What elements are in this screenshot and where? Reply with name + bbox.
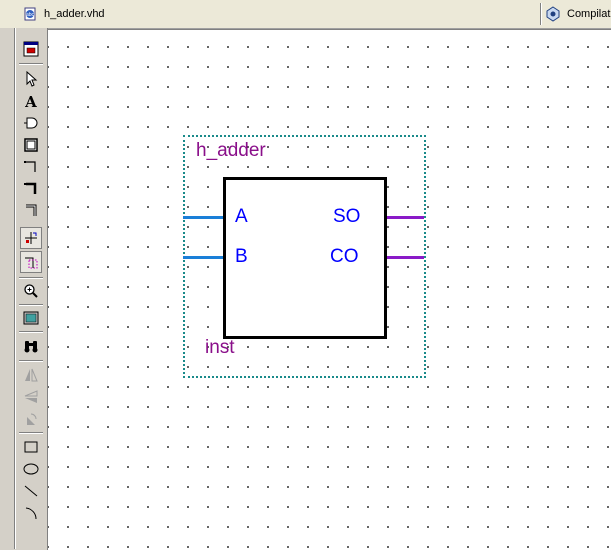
text-tool-icon: A: [24, 93, 37, 109]
document-tab-bar: abc h_adder.vhd Compilati: [0, 0, 611, 29]
input-wire-a[interactable]: [183, 216, 223, 219]
symbol-name: h_adder: [196, 140, 266, 161]
zoom-tool-icon: [24, 284, 38, 298]
schematic-canvas[interactable]: h_adder A B SO CO inst: [47, 29, 611, 550]
rectangle-tool-icon: [24, 441, 38, 453]
output-wire-so[interactable]: [384, 216, 424, 219]
svg-text:abc: abc: [26, 12, 35, 18]
partial-line-selection-button[interactable]: [20, 251, 42, 273]
vhdl-file-icon: abc: [24, 7, 36, 21]
left-dock-panel: [0, 28, 15, 549]
flip-horizontal-button[interactable]: [20, 364, 42, 386]
rubberbanding-button[interactable]: [20, 227, 42, 249]
pin-label-b: B: [235, 246, 248, 267]
pin-label-so: SO: [333, 206, 361, 227]
rotate-left-button[interactable]: [20, 408, 42, 430]
block-tool-button[interactable]: [20, 134, 42, 156]
rubberbanding-icon: [25, 232, 37, 244]
orthogonal-node-tool-icon: [24, 161, 36, 172]
tab-label: h_adder.vhd: [44, 8, 105, 20]
orthogonal-bus-tool-button[interactable]: [20, 178, 42, 200]
find-icon: [24, 341, 38, 353]
arc-tool-button[interactable]: [20, 502, 42, 524]
zoom-tool-button[interactable]: [20, 280, 42, 302]
orthogonal-conduit-tool-button[interactable]: [20, 200, 42, 222]
tab-label: Compilati: [567, 8, 611, 20]
pin-label-a: A: [235, 206, 248, 227]
symbol-editor-button[interactable]: [20, 38, 42, 60]
svg-text:A: A: [24, 93, 37, 109]
tab-h-adder-vhd[interactable]: abc h_adder.vhd: [22, 3, 222, 25]
flip-horizontal-icon: [25, 368, 38, 382]
partial-line-selection-icon: [25, 257, 38, 269]
oval-tool-icon: [23, 463, 39, 475]
input-wire-b[interactable]: [183, 256, 223, 259]
flip-vertical-button[interactable]: [20, 386, 42, 408]
orthogonal-bus-tool-icon: [24, 182, 37, 194]
symbol-tool-icon: [24, 117, 38, 129]
symbol-editor-icon: [23, 41, 39, 57]
selection-tool-button[interactable]: [20, 68, 42, 90]
line-tool-button[interactable]: [20, 480, 42, 502]
tab-compilation-report[interactable]: Compilati: [540, 3, 611, 25]
pin-label-co: CO: [330, 246, 359, 267]
flip-vertical-icon: [24, 390, 38, 403]
full-screen-icon: [23, 311, 39, 325]
compilation-report-icon: [546, 6, 560, 22]
block-tool-icon: [24, 138, 38, 152]
line-tool-icon: [24, 485, 38, 497]
full-screen-button[interactable]: [20, 307, 42, 329]
block-editor-toolbar: A: [15, 28, 48, 549]
oval-tool-button[interactable]: [20, 458, 42, 480]
instance-name: inst: [205, 337, 235, 358]
rotate-left-icon: [27, 413, 37, 425]
orthogonal-conduit-tool-icon: [26, 204, 37, 216]
find-button[interactable]: [20, 335, 42, 357]
symbol-tool-button[interactable]: [20, 112, 42, 134]
selection-tool-icon: [26, 71, 38, 87]
text-tool-button[interactable]: A: [20, 90, 42, 112]
orthogonal-node-tool-button[interactable]: [20, 156, 42, 178]
rectangle-tool-button[interactable]: [20, 436, 42, 458]
output-wire-co[interactable]: [384, 256, 424, 259]
arc-tool-icon: [25, 507, 37, 520]
